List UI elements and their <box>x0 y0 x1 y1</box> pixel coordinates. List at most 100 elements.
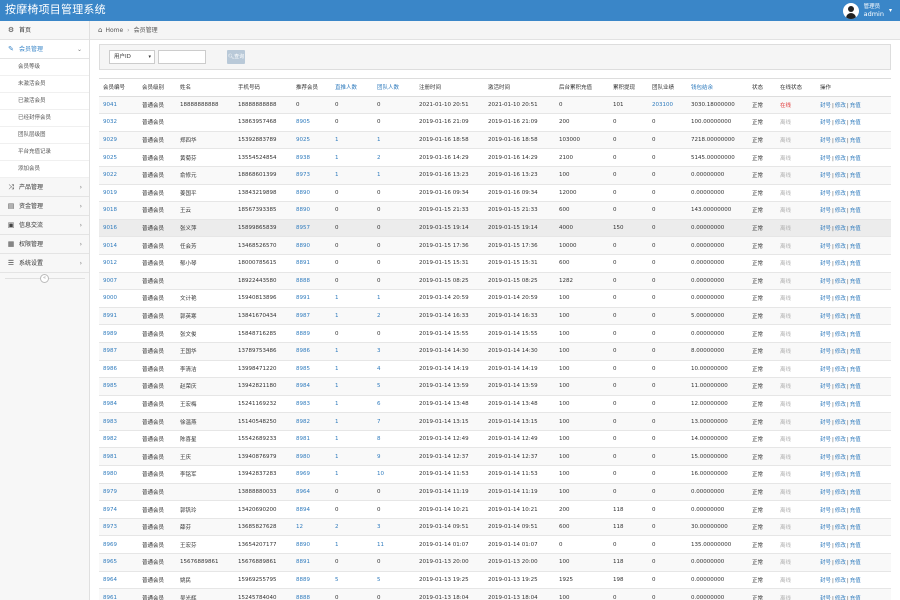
submenu-item-team-tree[interactable]: 团队层级图 <box>0 127 89 144</box>
table-cell[interactable]: 11 <box>373 535 415 554</box>
column-header[interactable]: 直推人数 <box>331 78 373 97</box>
table-cell[interactable]: 9016 <box>99 218 138 237</box>
table-cell[interactable]: 8890 <box>292 535 331 554</box>
sidebar-item-messages[interactable]: ▣ 信息交流 › <box>0 216 89 235</box>
table-cell[interactable]: 1 <box>331 165 373 185</box>
recharge-link[interactable]: 充值 <box>850 208 861 214</box>
submenu-item-inactive[interactable]: 未激活会员 <box>0 76 89 93</box>
table-cell[interactable]: 8983 <box>292 394 331 413</box>
freeze-link[interactable]: 封号 <box>820 490 831 496</box>
edit-link[interactable]: 修改 <box>835 156 846 162</box>
table-cell[interactable]: 4 <box>373 359 415 378</box>
recharge-link[interactable]: 充值 <box>850 226 861 232</box>
table-cell[interactable]: 8891 <box>292 253 331 273</box>
table-cell[interactable]: 1 <box>331 535 373 554</box>
recharge-link[interactable]: 充值 <box>850 332 861 338</box>
table-cell[interactable]: 1 <box>331 289 373 308</box>
table-cell[interactable]: 9032 <box>99 113 138 132</box>
recharge-link[interactable]: 充值 <box>850 525 861 531</box>
table-cell[interactable]: 1 <box>373 289 415 308</box>
freeze-link[interactable]: 封号 <box>820 578 831 584</box>
table-cell[interactable]: 5 <box>331 570 373 589</box>
collapse-sidebar-button[interactable]: « <box>40 274 49 283</box>
edit-link[interactable]: 修改 <box>835 560 846 566</box>
edit-link[interactable]: 修改 <box>835 420 846 426</box>
edit-link[interactable]: 修改 <box>835 525 846 531</box>
edit-link[interactable]: 修改 <box>835 455 846 461</box>
recharge-link[interactable]: 充值 <box>850 437 861 443</box>
freeze-link[interactable]: 封号 <box>820 173 831 179</box>
freeze-link[interactable]: 封号 <box>820 560 831 566</box>
edit-link[interactable]: 修改 <box>835 296 846 302</box>
freeze-link[interactable]: 封号 <box>820 420 831 426</box>
edit-link[interactable]: 修改 <box>835 543 846 549</box>
recharge-link[interactable]: 充值 <box>850 296 861 302</box>
table-cell[interactable]: 8964 <box>292 482 331 501</box>
recharge-link[interactable]: 充值 <box>850 173 861 179</box>
recharge-link[interactable]: 充值 <box>850 543 861 549</box>
table-cell[interactable]: 1 <box>331 130 373 149</box>
freeze-link[interactable]: 封号 <box>820 226 831 232</box>
freeze-link[interactable]: 封号 <box>820 120 831 126</box>
table-cell[interactable]: 8890 <box>292 183 331 202</box>
table-cell[interactable]: 10 <box>373 465 415 484</box>
table-cell[interactable]: 203100 <box>648 95 687 114</box>
table-cell[interactable]: 8957 <box>292 218 331 237</box>
table-cell[interactable]: 5 <box>373 570 415 589</box>
recharge-link[interactable]: 充值 <box>850 103 861 109</box>
edit-link[interactable]: 修改 <box>835 349 846 355</box>
table-cell[interactable]: 12 <box>292 517 331 536</box>
table-cell[interactable]: 6 <box>373 394 415 413</box>
table-cell[interactable]: 8973 <box>292 165 331 185</box>
recharge-link[interactable]: 充值 <box>850 402 861 408</box>
edit-link[interactable]: 修改 <box>835 226 846 232</box>
table-cell[interactable]: 8890 <box>292 236 331 255</box>
table-cell[interactable]: 9025 <box>292 130 331 149</box>
table-cell[interactable]: 8889 <box>292 324 331 343</box>
freeze-link[interactable]: 封号 <box>820 279 831 285</box>
table-cell[interactable]: 8890 <box>292 201 331 220</box>
freeze-link[interactable]: 封号 <box>820 472 831 478</box>
freeze-link[interactable]: 封号 <box>820 367 831 373</box>
recharge-link[interactable]: 充值 <box>850 191 861 197</box>
table-cell[interactable]: 9018 <box>99 201 138 220</box>
edit-link[interactable]: 修改 <box>835 191 846 197</box>
edit-link[interactable]: 修改 <box>835 244 846 250</box>
sidebar-item-permissions[interactable]: ▦ 权限管理 › <box>0 235 89 254</box>
edit-link[interactable]: 修改 <box>835 138 846 144</box>
freeze-link[interactable]: 封号 <box>820 437 831 443</box>
table-cell[interactable]: 8964 <box>99 570 138 589</box>
submenu-item-add-member[interactable]: 添加会员 <box>0 161 89 178</box>
freeze-link[interactable]: 封号 <box>820 261 831 267</box>
freeze-link[interactable]: 封号 <box>820 103 831 109</box>
edit-link[interactable]: 修改 <box>835 367 846 373</box>
edit-link[interactable]: 修改 <box>835 332 846 338</box>
edit-link[interactable]: 修改 <box>835 261 846 267</box>
freeze-link[interactable]: 封号 <box>820 296 831 302</box>
table-cell[interactable]: 8987 <box>292 306 331 325</box>
search-field-select[interactable]: 用户ID ▾ <box>109 50 155 64</box>
recharge-link[interactable]: 充值 <box>850 279 861 285</box>
table-cell[interactable]: 8891 <box>292 553 331 572</box>
freeze-link[interactable]: 封号 <box>820 191 831 197</box>
table-cell[interactable]: 9007 <box>99 271 138 290</box>
table-cell[interactable]: 3 <box>373 341 415 360</box>
freeze-link[interactable]: 封号 <box>820 208 831 214</box>
sidebar-item-settings[interactable]: ☰ 系统设置 › <box>0 254 89 273</box>
table-cell[interactable]: 8980 <box>292 447 331 466</box>
edit-link[interactable]: 修改 <box>835 279 846 285</box>
freeze-link[interactable]: 封号 <box>820 402 831 408</box>
recharge-link[interactable]: 充值 <box>850 120 861 126</box>
freeze-link[interactable]: 封号 <box>820 332 831 338</box>
recharge-link[interactable]: 充值 <box>850 244 861 250</box>
freeze-link[interactable]: 封号 <box>820 156 831 162</box>
table-cell[interactable]: 1 <box>331 306 373 325</box>
table-cell[interactable]: 9014 <box>99 236 138 255</box>
recharge-link[interactable]: 充值 <box>850 384 861 390</box>
recharge-link[interactable]: 充值 <box>850 138 861 144</box>
table-cell[interactable]: 8979 <box>99 482 138 501</box>
table-cell[interactable]: 8984 <box>99 394 138 413</box>
table-cell[interactable]: 1 <box>331 412 373 431</box>
table-cell[interactable]: 9019 <box>99 183 138 202</box>
freeze-link[interactable]: 封号 <box>820 349 831 355</box>
